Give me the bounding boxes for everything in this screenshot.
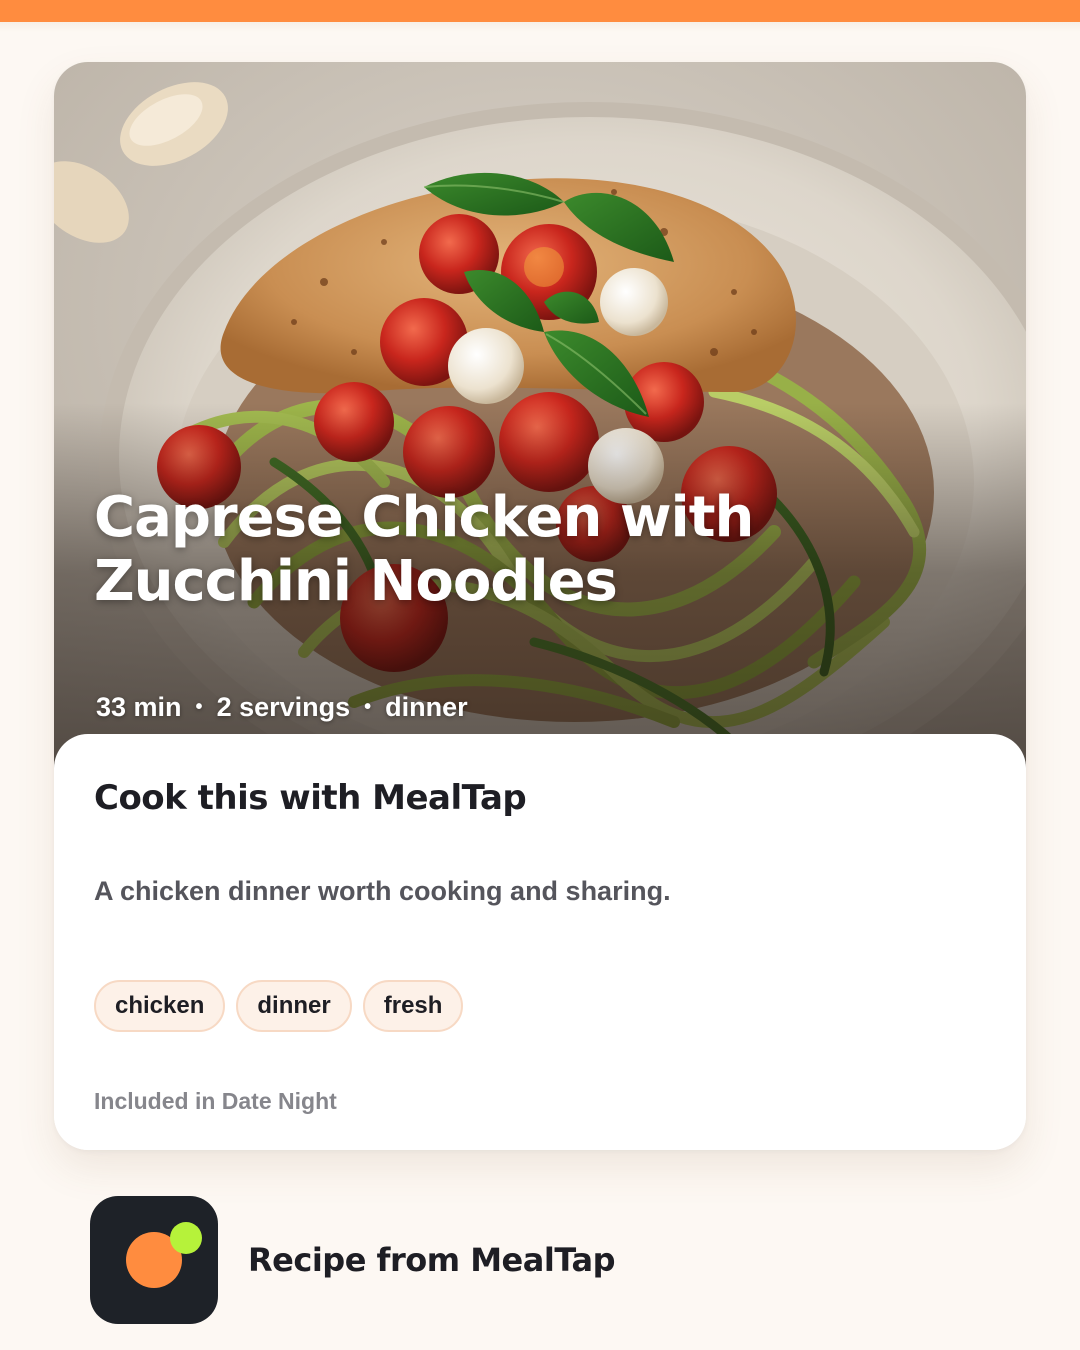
recipe-hero-image[interactable]: Caprese Chicken with Zucchini Noodles 33… — [54, 62, 1026, 772]
tag-chicken[interactable]: chicken — [94, 980, 226, 1032]
recipe-meta: 33 min • 2 servings • dinner — [96, 692, 468, 723]
top-bar-shadow — [0, 22, 1080, 32]
tag-list: chicken dinner fresh — [94, 980, 464, 1032]
recipe-title: Caprese Chicken with Zucchini Noodles — [94, 485, 754, 614]
recipe-meal-type: dinner — [385, 692, 468, 722]
hero-overlay-gradient — [54, 62, 1026, 772]
collection-label[interactable]: Included in Date Night — [94, 1088, 337, 1115]
footer-attribution: Recipe from MealTap — [90, 1196, 616, 1324]
meta-separator: • — [195, 696, 203, 718]
top-accent-bar — [0, 0, 1080, 22]
recipe-servings: 2 servings — [216, 692, 351, 722]
recipe-time: 33 min — [96, 692, 182, 722]
recipe-description: A chicken dinner worth cooking and shari… — [94, 876, 671, 906]
tag-fresh[interactable]: fresh — [362, 980, 464, 1032]
recipe-info-panel: Cook this with MealTap A chicken dinner … — [54, 734, 1026, 1150]
logo-lime-dot — [170, 1222, 202, 1254]
meta-separator: • — [364, 696, 372, 718]
mealtap-logo-icon[interactable] — [90, 1196, 218, 1324]
tag-dinner[interactable]: dinner — [236, 980, 352, 1032]
footer-text: Recipe from MealTap — [248, 1241, 616, 1279]
panel-title: Cook this with MealTap — [94, 778, 527, 818]
recipe-card[interactable]: Caprese Chicken with Zucchini Noodles 33… — [54, 62, 1026, 1150]
